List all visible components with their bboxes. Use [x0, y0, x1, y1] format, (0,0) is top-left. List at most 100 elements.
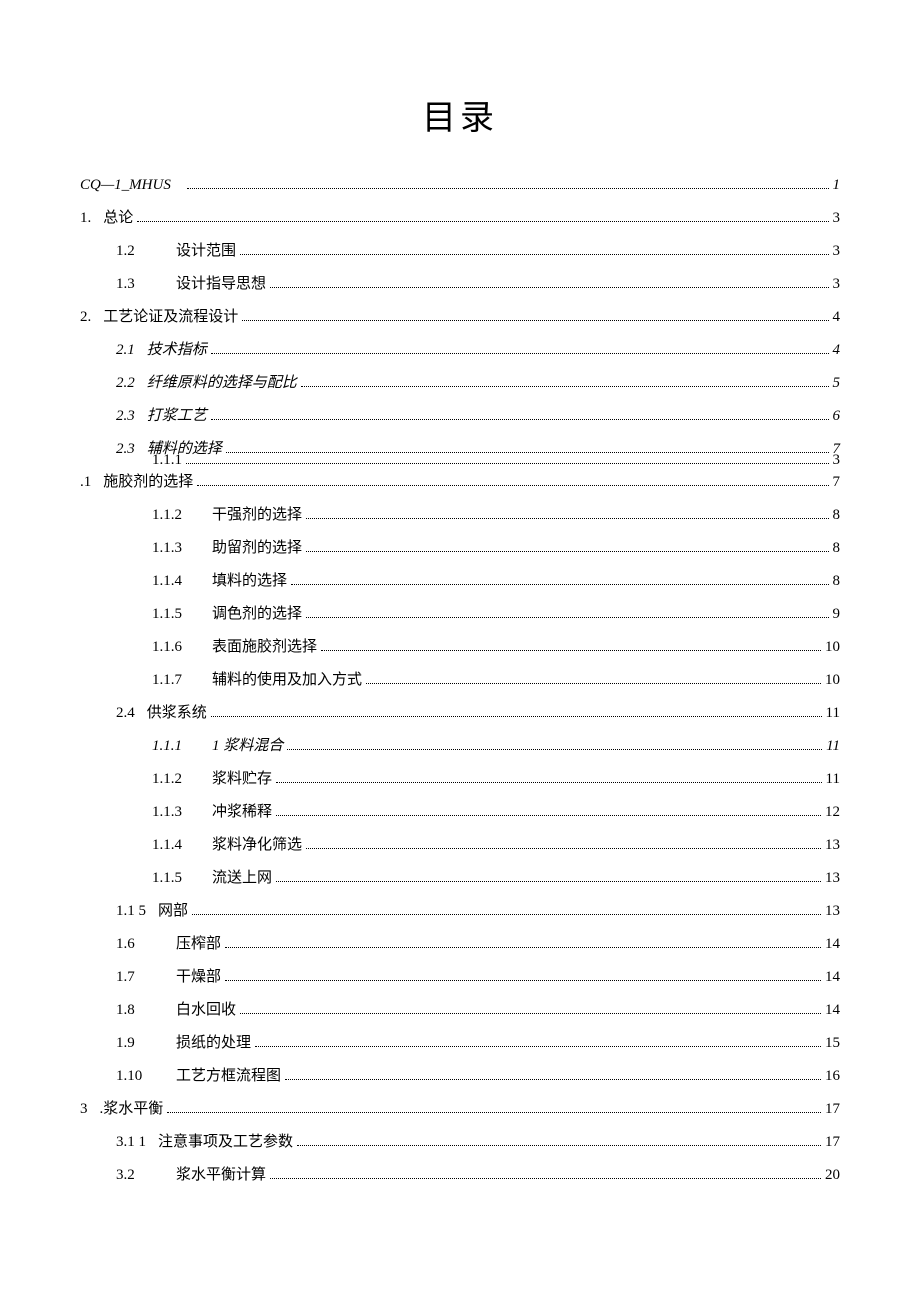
toc-entry-label: .1施胶剂的选择: [80, 475, 193, 490]
toc-entry-label: 1.1 5网部: [116, 904, 188, 919]
toc-entry: 1.1.3助留剂的选择8: [80, 532, 840, 565]
toc-leader-dots: [285, 1079, 821, 1080]
toc-leader-dots: [186, 463, 829, 464]
toc-leader-dots: [211, 353, 829, 354]
toc-leader-dots: [301, 386, 829, 387]
toc-entry: 1.1.4浆料净化筛选 13: [80, 829, 840, 862]
toc-entry: 1.1.7 辅料的使用及加入方式 10: [80, 664, 840, 697]
toc-entry: CQ—1_MHUS1: [80, 169, 840, 202]
toc-leader-dots: [287, 749, 822, 750]
toc-entry-number: 1.1.7: [152, 673, 200, 688]
toc-entry-text: 设计指导思想: [176, 276, 266, 292]
toc-entry: 1.1.1 1 浆料混合 11: [80, 730, 840, 763]
toc-entry-text: 浆水平衡计算: [176, 1167, 266, 1183]
page: 目录 CQ—1_MHUS11.总论31.2设计范围31.3设计指导思想32.工艺…: [0, 0, 920, 1252]
toc-leader-dots: [276, 782, 822, 783]
toc-entry-text: 技术指标: [147, 342, 207, 358]
toc-leader-dots: [211, 716, 822, 717]
toc-entry-page: 8: [833, 508, 841, 523]
toc-leader-dots: [240, 254, 828, 255]
toc-entry-text: 辅料的使用及加入方式: [212, 672, 362, 688]
toc-entry-label: 1.10 工艺方框流程图: [116, 1069, 281, 1084]
toc-entry-text: 工艺方框流程图: [176, 1068, 281, 1084]
toc-entry: 2.工艺论证及流程设计 4: [80, 301, 840, 334]
toc-entry-number: 2.3: [116, 409, 135, 424]
toc-leader-dots: [291, 584, 828, 585]
toc-entry-label: 2.工艺论证及流程设计: [80, 310, 238, 325]
toc-entry-page: 10: [825, 640, 840, 655]
toc-entry: .1施胶剂的选择 7: [80, 466, 840, 499]
toc-entry-number: 1.1.3: [152, 805, 200, 820]
toc-entry-text: 表面施胶剂选择: [212, 639, 317, 655]
toc-entry-page: 7: [833, 475, 841, 490]
toc-entry: 3.2浆水平衡计算20: [80, 1159, 840, 1192]
toc-leader-dots: [192, 914, 821, 915]
toc-entry-text: 打浆工艺: [147, 408, 207, 424]
toc-entry-text: 助留剂的选择: [212, 540, 302, 556]
toc-entry-label: 1.9损纸的处理: [116, 1036, 251, 1051]
toc-entry-label: 1.2设计范围: [116, 244, 236, 259]
toc-entry-text: 1 浆料混合: [212, 738, 283, 754]
toc-leader-dots: [306, 518, 828, 519]
toc-entry-label: 1.1.4浆料净化筛选: [152, 838, 302, 853]
toc-entry-page: 3: [833, 211, 841, 226]
toc-leader-dots: [306, 617, 828, 618]
toc-entry-label: 1.1.4填料的选择: [152, 574, 287, 589]
toc-entry-page: 13: [825, 871, 840, 886]
toc-entry-page: 17: [825, 1102, 840, 1117]
toc-entry-text: .浆水平衡: [100, 1101, 164, 1117]
toc-entry-number: 1.7: [116, 970, 164, 985]
toc-entry-number: CQ—1_MHUS: [80, 178, 171, 193]
toc-entry-text: 白水回收: [176, 1002, 236, 1018]
toc-entry-page: 11: [826, 772, 840, 787]
toc-entry-number: 1.1.2: [152, 508, 200, 523]
toc-entry-page: 4: [833, 310, 841, 325]
toc-entry-text: 冲浆稀释: [212, 804, 272, 820]
toc-entry: 1.6压榨部14: [80, 928, 840, 961]
toc-entry: 2.3打浆工艺6: [80, 400, 840, 433]
toc-leader-dots: [225, 947, 821, 948]
toc-entry-text: 供浆系统: [147, 705, 207, 721]
toc-list: CQ—1_MHUS11.总论31.2设计范围31.3设计指导思想32.工艺论证及…: [80, 169, 840, 1192]
toc-leader-dots: [225, 980, 821, 981]
toc-entry-number: 1.1.1: [152, 739, 200, 754]
toc-entry-number: 3.1 1: [116, 1135, 146, 1150]
toc-entry: 1.1.2浆料贮存11: [80, 763, 840, 796]
toc-entry: 1.1.5流送上网13: [80, 862, 840, 895]
toc-entry-label: 1.1.7 辅料的使用及加入方式: [152, 673, 362, 688]
toc-entry-page: 20: [825, 1168, 840, 1183]
toc-entry-page: 8: [833, 574, 841, 589]
toc-entry-page: 14: [825, 1003, 840, 1018]
toc-entry-page: 8: [833, 541, 841, 556]
toc-entry-text: 压榨部: [176, 936, 221, 952]
toc-entry-page: 12: [825, 805, 840, 820]
toc-entry-page: 11: [826, 739, 840, 754]
toc-entry-label: 3.1 1注意事项及工艺参数: [116, 1135, 293, 1150]
toc-entry: 1.7干燥部14: [80, 961, 840, 994]
toc-entry-page: 10: [825, 673, 840, 688]
toc-entry-label: 1.3设计指导思想: [116, 277, 266, 292]
toc-entry-text: 干燥部: [176, 969, 221, 985]
toc-entry-number: 1.10: [116, 1069, 164, 1084]
toc-leader-dots: [270, 287, 828, 288]
toc-entry-text: 纤维原料的选择与配比: [147, 375, 297, 391]
toc-entry-page: 13: [825, 838, 840, 853]
toc-overlay-wrap: 1.1.13.1施胶剂的选择7: [80, 466, 840, 499]
toc-entry-label: 1.7 干燥部: [116, 970, 221, 985]
toc-entry: 1.10工艺方框流程图16: [80, 1060, 840, 1093]
toc-entry: 1.8白水回收14: [80, 994, 840, 1027]
toc-entry-number: 3: [80, 1102, 88, 1117]
toc-entry: 1.1.4填料的选择 8: [80, 565, 840, 598]
toc-entry: 1.1.3 冲浆稀释 12: [80, 796, 840, 829]
toc-entry-number: 1.2: [116, 244, 164, 259]
toc-entry-text: 填料的选择: [212, 573, 287, 589]
toc-entry-label: 1.1.6表面施胶剂选择: [152, 640, 317, 655]
toc-entry-text: 总论: [103, 210, 133, 226]
toc-entry: 1.1.2 干强剂的选择 8: [80, 499, 840, 532]
toc-entry-text: 干强剂的选择: [212, 507, 302, 523]
toc-entry: 1.1 5网部13: [80, 895, 840, 928]
toc-entry-page: 11: [826, 706, 840, 721]
toc-entry: 2.4供浆系统11: [80, 697, 840, 730]
toc-leader-dots: [137, 221, 828, 222]
toc-entry-page: 17: [825, 1135, 840, 1150]
